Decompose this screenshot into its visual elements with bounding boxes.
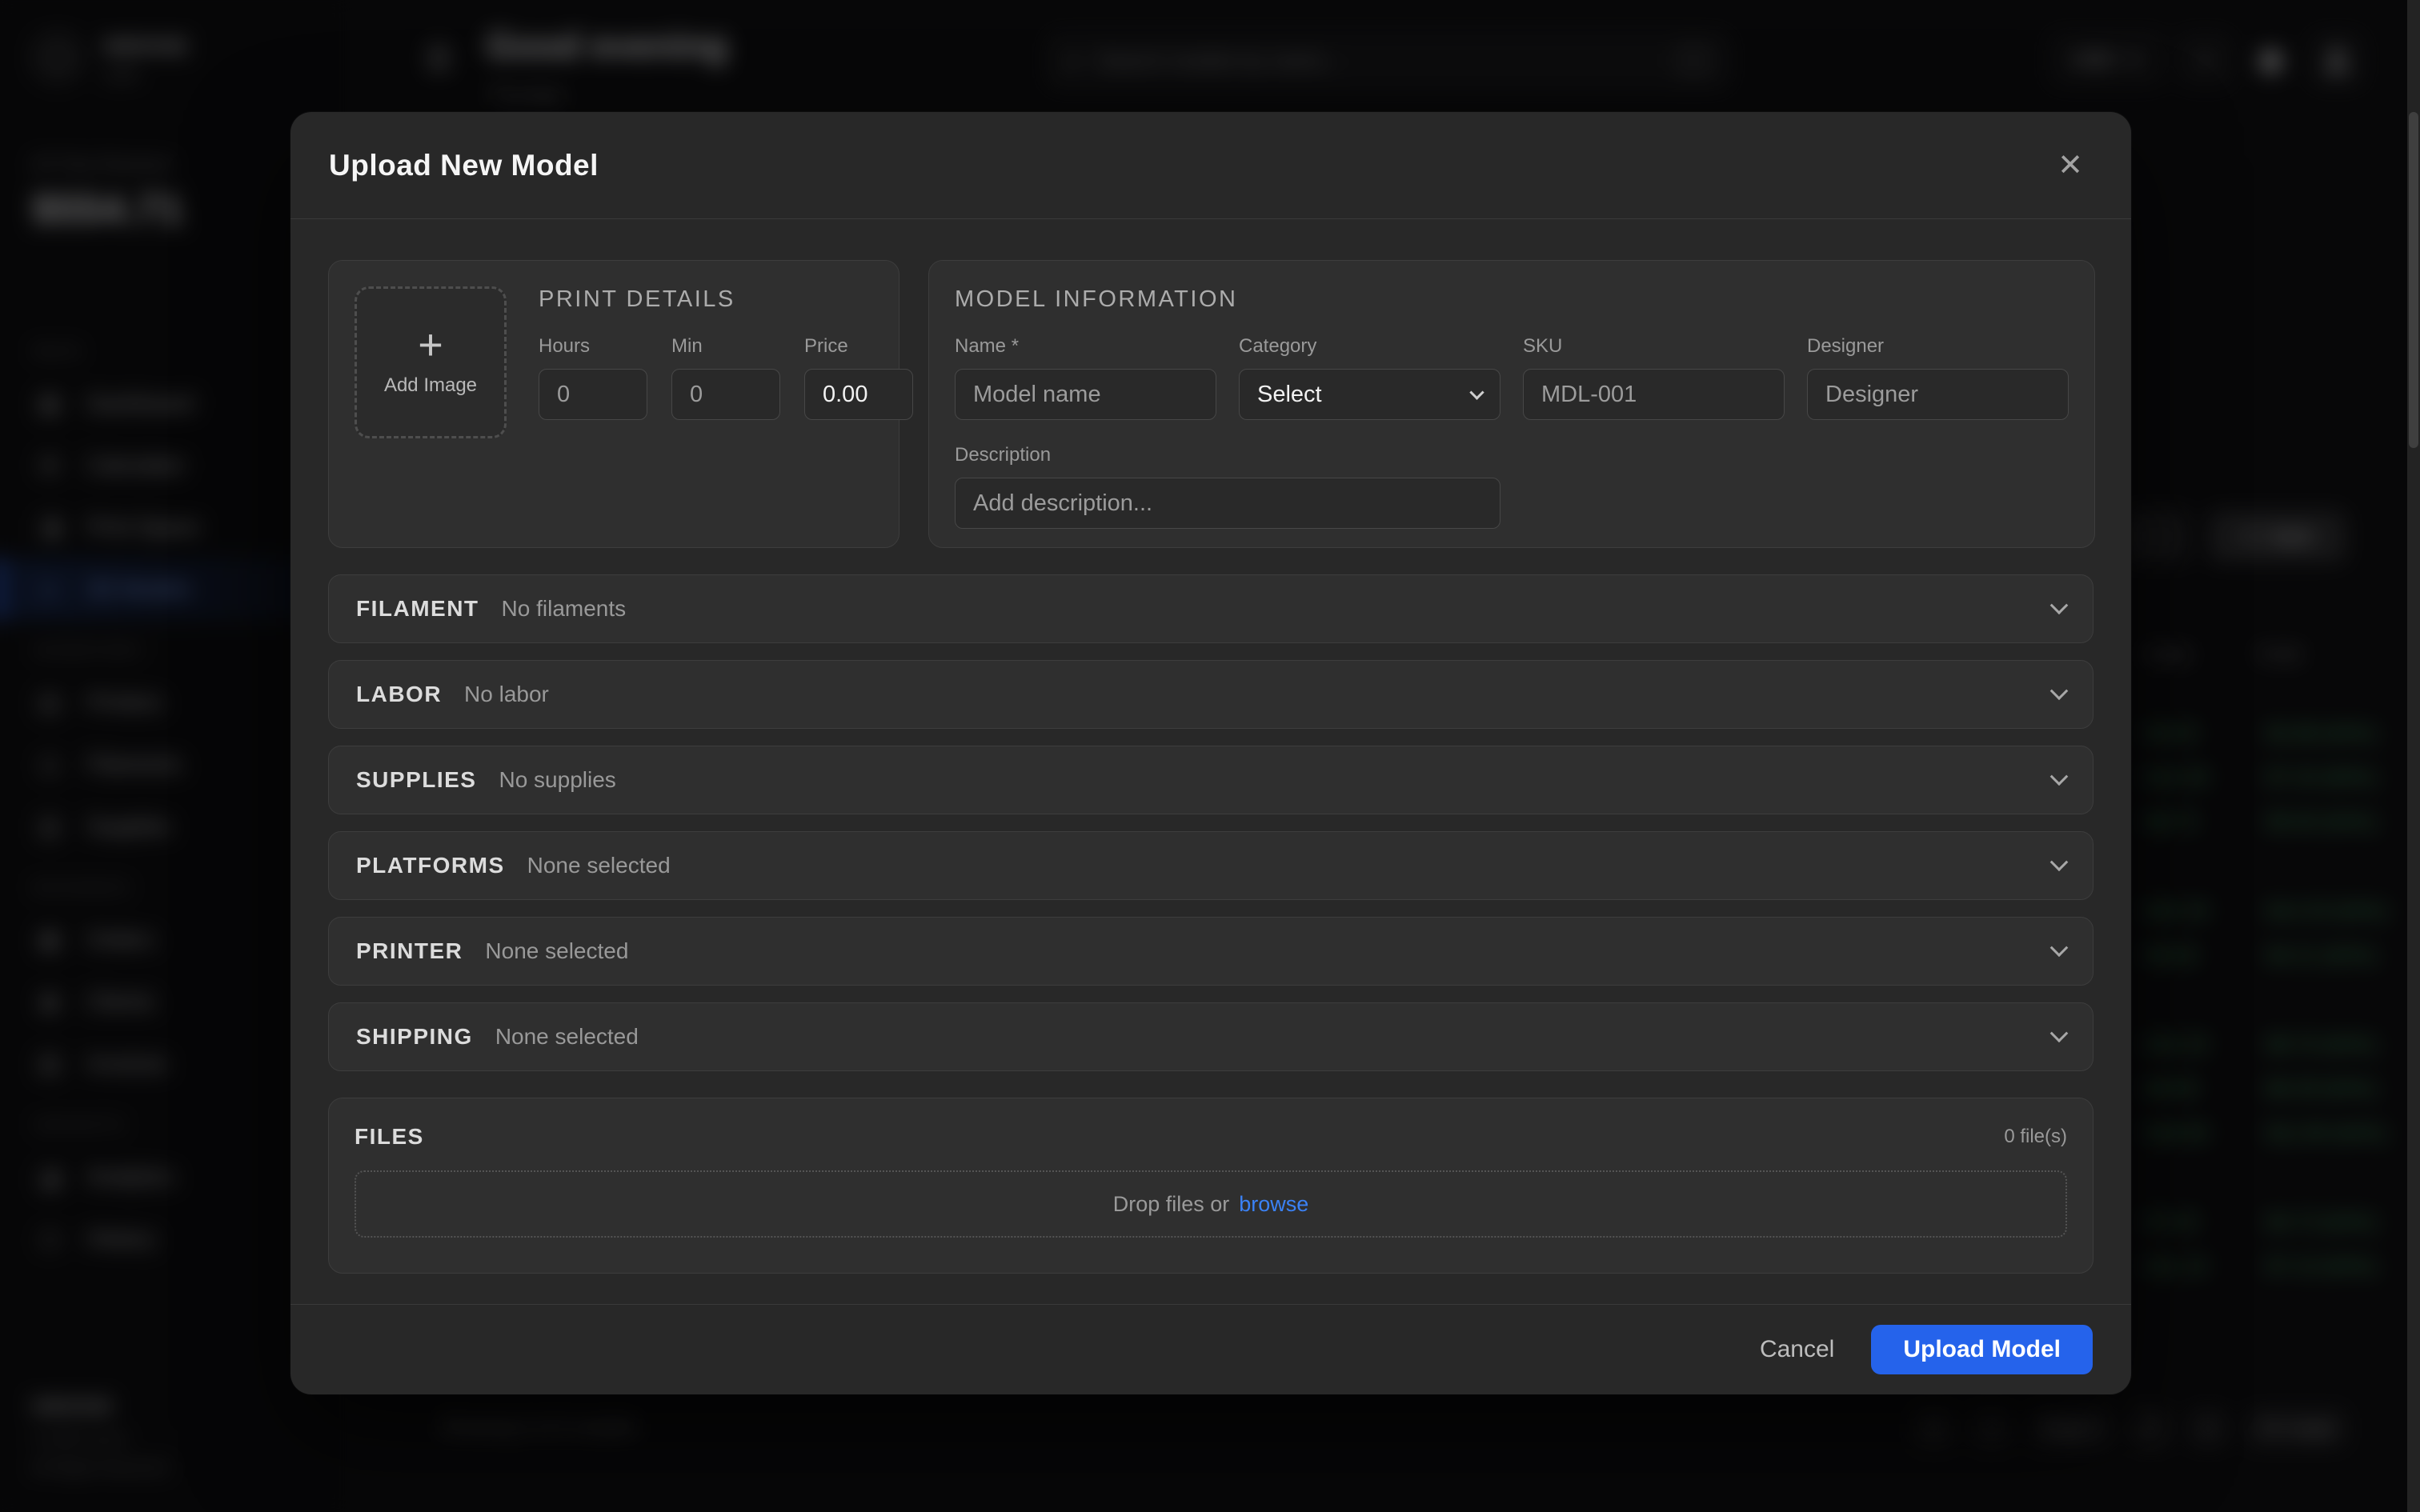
app-screen: vevvo Labs All Time Revenue $554.71 MAIN… (0, 0, 2420, 1512)
scrollbar[interactable] (2407, 0, 2420, 1512)
option-accordions: FILAMENT No filaments LABOR No labor SUPPLIE… (328, 574, 2093, 1071)
field-label: Price (804, 335, 913, 358)
accordion-subtitle: No filaments (502, 596, 627, 622)
model-information-card: MODEL INFORMATION Name * Category Select (928, 260, 2095, 548)
sku-label: SKU (1523, 335, 1785, 358)
category-value: Select (1257, 382, 1322, 408)
accordion-title: PLATFORMS (356, 853, 505, 878)
accordion-title: LABOR (356, 682, 442, 707)
hours-input[interactable]: 0 (539, 369, 647, 420)
chevron-down-icon (2050, 767, 2069, 786)
sku-input[interactable] (1523, 369, 1785, 420)
print-details-heading: PRINT DETAILS (539, 286, 913, 313)
print-field-min: Min 0 (671, 335, 780, 420)
min-input[interactable]: 0 (671, 369, 780, 420)
category-select[interactable]: Select (1239, 369, 1500, 420)
price-input[interactable]: 0.00 (804, 369, 913, 420)
accordion-filament[interactable]: FILAMENT No filaments (328, 574, 2093, 643)
drop-text: Drop files or (1113, 1192, 1230, 1217)
files-card: FILES 0 file(s) Drop files or browse (328, 1098, 2093, 1274)
designer-input[interactable] (1807, 369, 2069, 420)
cancel-button[interactable]: Cancel (1760, 1336, 1834, 1363)
accordion-title: SUPPLIES (356, 767, 476, 793)
files-count: 0 file(s) (2004, 1126, 2067, 1148)
accordion-subtitle: None selected (527, 853, 671, 878)
chevron-down-icon (2050, 853, 2069, 871)
category-label: Category (1239, 335, 1500, 358)
field-label: Hours (539, 335, 647, 358)
dialog-footer: Cancel Upload Model (290, 1304, 2131, 1394)
dialog-header: Upload New Model ✕ (290, 112, 2131, 219)
upload-model-dialog: Upload New Model ✕ + Add Image PRINT DET… (290, 112, 2131, 1394)
accordion-subtitle: No supplies (499, 767, 615, 793)
field-label: Min (671, 335, 780, 358)
name-label: Name * (955, 335, 1216, 358)
accordion-labor[interactable]: LABOR No labor (328, 660, 2093, 729)
chevron-down-icon (2050, 1024, 2069, 1042)
close-button[interactable]: ✕ (2048, 143, 2093, 188)
accordion-subtitle: None selected (485, 938, 628, 964)
print-details-card: + Add Image PRINT DETAILS Hours0Min0Pric… (328, 260, 899, 548)
accordion-platforms[interactable]: PLATFORMS None selected (328, 831, 2093, 900)
file-dropzone[interactable]: Drop files or browse (355, 1170, 2067, 1238)
accordion-title: SHIPPING (356, 1024, 473, 1050)
model-name-input[interactable] (955, 369, 1216, 420)
files-heading: FILES (355, 1124, 424, 1150)
upload-model-button[interactable]: Upload Model (1871, 1325, 2093, 1374)
dialog-title: Upload New Model (329, 149, 599, 182)
browse-link[interactable]: browse (1239, 1192, 1308, 1217)
chevron-down-icon (2050, 938, 2069, 957)
print-field-hours: Hours 0 (539, 335, 647, 420)
accordion-supplies[interactable]: SUPPLIES No supplies (328, 746, 2093, 814)
dialog-body: + Add Image PRINT DETAILS Hours 0 Min 0 Pric… (290, 219, 2131, 1274)
print-fields: Hours 0 Min 0 Price 0.00 (539, 335, 913, 420)
chevron-down-icon (1469, 385, 1484, 399)
chevron-down-icon (2050, 682, 2069, 700)
print-field-price: Price 0.00 (804, 335, 913, 420)
accordion-shipping[interactable]: SHIPPING None selected (328, 1002, 2093, 1071)
add-image-dropzone[interactable]: + Add Image (355, 286, 507, 438)
designer-label: Designer (1807, 335, 2069, 358)
description-label: Description (955, 444, 2069, 466)
description-input[interactable] (955, 478, 1500, 529)
accordion-subtitle: No labor (464, 682, 549, 707)
accordion-title: PRINTER (356, 938, 463, 964)
chevron-down-icon (2050, 596, 2069, 614)
model-information-heading: MODEL INFORMATION (955, 286, 2069, 313)
accordion-subtitle: None selected (495, 1024, 639, 1050)
accordion-title: FILAMENT (356, 596, 479, 622)
accordion-printer[interactable]: PRINTER None selected (328, 917, 2093, 986)
add-image-label: Add Image (384, 374, 477, 397)
scrollbar-thumb[interactable] (2409, 112, 2418, 448)
plus-icon: + (418, 328, 443, 362)
